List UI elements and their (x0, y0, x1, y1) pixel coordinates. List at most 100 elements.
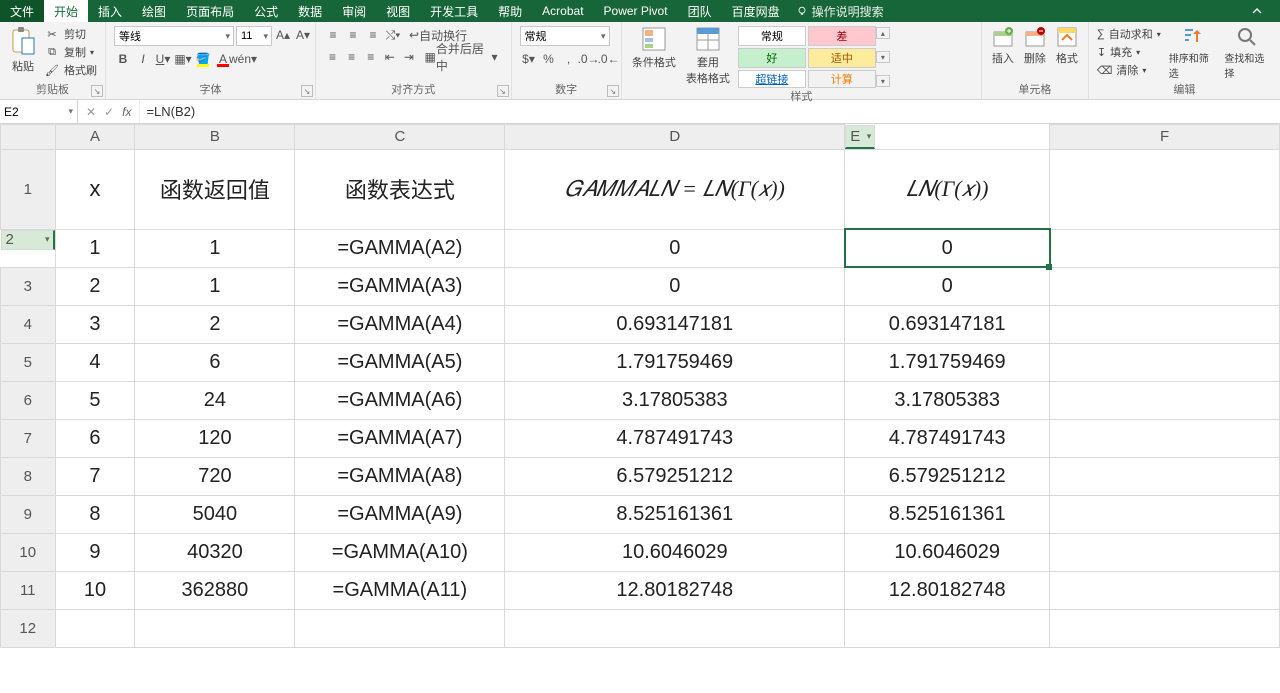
cell-B1[interactable]: 函数返回值 (135, 149, 295, 229)
cell-D3[interactable]: 0 (505, 267, 845, 305)
cut-button[interactable]: ✂剪切 (44, 26, 97, 42)
style-calculation[interactable]: 计算 (808, 70, 876, 88)
cell-D12[interactable] (505, 609, 845, 647)
align-middle-button[interactable]: ≡ (344, 26, 362, 44)
indent-decrease-button[interactable]: ⇤ (381, 48, 398, 66)
clear-button[interactable]: ⌫清除▾ (1097, 62, 1161, 78)
indent-increase-button[interactable]: ⇥ (400, 48, 417, 66)
cell-B11[interactable]: 362880 (135, 571, 295, 609)
tab-review[interactable]: 审阅 (332, 0, 376, 22)
cell-D10[interactable]: 10.6046029 (505, 533, 845, 571)
cell-B10[interactable]: 40320 (135, 533, 295, 571)
comma-button[interactable]: , (560, 50, 578, 68)
tab-insert[interactable]: 插入 (88, 0, 132, 22)
cell-F2[interactable] (1050, 229, 1280, 267)
row-header-1[interactable]: 1 (1, 149, 56, 229)
row-header-10[interactable]: 10 (1, 533, 56, 571)
conditional-format-button[interactable]: 条件格式 (630, 26, 678, 70)
decrease-font-button[interactable]: A▾ (294, 26, 312, 44)
cell-F4[interactable] (1050, 305, 1280, 343)
col-header-D[interactable]: D (505, 125, 845, 150)
cell-B4[interactable]: 2 (135, 305, 295, 343)
decrease-decimal-button[interactable]: .0← (600, 50, 618, 68)
clipboard-dialog-launcher[interactable]: ↘ (91, 85, 103, 97)
cell-D2[interactable]: 0 (505, 229, 845, 267)
styles-scroll[interactable]: ▴▾▾ (876, 26, 890, 88)
alignment-dialog-launcher[interactable]: ↘ (497, 85, 509, 97)
align-bottom-button[interactable]: ≡ (364, 26, 382, 44)
cell-C1[interactable]: 函数表达式 (295, 149, 505, 229)
cancel-formula-button[interactable]: ✕ (86, 105, 96, 119)
insert-cells-button[interactable]: 插入 (990, 26, 1016, 66)
cell-E3[interactable]: 0 (845, 267, 1050, 305)
row-header-7[interactable]: 7 (1, 419, 56, 457)
cell-D7[interactable]: 4.787491743 (505, 419, 845, 457)
tab-page-layout[interactable]: 页面布局 (176, 0, 244, 22)
cell-A4[interactable]: 3 (55, 305, 135, 343)
cell-styles-gallery[interactable]: 常规 差 好 适中 超链接 计算 (738, 26, 876, 88)
row-header-3[interactable]: 3 (1, 267, 56, 305)
cell-C12[interactable] (295, 609, 505, 647)
cell-F9[interactable] (1050, 495, 1280, 533)
cell-E1[interactable]: 𝐿𝑁(Γ(𝑥)) (845, 149, 1050, 229)
col-header-F[interactable]: F (1050, 125, 1280, 150)
align-left-button[interactable]: ≡ (324, 48, 341, 66)
style-bad[interactable]: 差 (808, 26, 876, 46)
number-format-select[interactable]: 常规 (520, 26, 610, 46)
bold-button[interactable]: B (114, 50, 132, 68)
format-cells-button[interactable]: 格式 (1054, 26, 1080, 66)
tab-home[interactable]: 开始 (44, 0, 88, 22)
cell-D8[interactable]: 6.579251212 (505, 457, 845, 495)
cell-E12[interactable] (845, 609, 1050, 647)
cell-A12[interactable] (55, 609, 135, 647)
tab-developer[interactable]: 开发工具 (420, 0, 488, 22)
cell-F10[interactable] (1050, 533, 1280, 571)
cell-A3[interactable]: 2 (55, 267, 135, 305)
cell-A8[interactable]: 7 (55, 457, 135, 495)
row-header-4[interactable]: 4 (1, 305, 56, 343)
row-header-12[interactable]: 12 (1, 609, 56, 647)
row-header-6[interactable]: 6 (1, 381, 56, 419)
phonetic-button[interactable]: wén▾ (234, 50, 252, 68)
font-color-button[interactable]: A (214, 50, 232, 68)
cell-C3[interactable]: =GAMMA(A3) (295, 267, 505, 305)
cell-D9[interactable]: 8.525161361 (505, 495, 845, 533)
cell-F12[interactable] (1050, 609, 1280, 647)
merge-center-button[interactable]: ▦合并后居中▾ (419, 48, 502, 66)
copy-button[interactable]: ⧉复制▾ (44, 44, 97, 60)
col-header-E[interactable]: E (845, 125, 875, 149)
cell-A9[interactable]: 8 (55, 495, 135, 533)
confirm-formula-button[interactable]: ✓ (104, 105, 114, 119)
font-name-select[interactable]: 等线 (114, 26, 234, 46)
cell-F6[interactable] (1050, 381, 1280, 419)
select-all-corner[interactable] (1, 125, 56, 150)
cell-B2[interactable]: 1 (135, 229, 295, 267)
cell-C11[interactable]: =GAMMA(A11) (295, 571, 505, 609)
cell-E8[interactable]: 6.579251212 (845, 457, 1050, 495)
row-header-11[interactable]: 11 (1, 571, 56, 609)
tab-powerpivot[interactable]: Power Pivot (594, 0, 678, 22)
cell-E4[interactable]: 0.693147181 (845, 305, 1050, 343)
row-header-5[interactable]: 5 (1, 343, 56, 381)
sort-filter-button[interactable]: 排序和筛选 (1167, 26, 1217, 80)
underline-button[interactable]: U▾ (154, 50, 172, 68)
cell-E6[interactable]: 3.17805383 (845, 381, 1050, 419)
cell-E11[interactable]: 12.80182748 (845, 571, 1050, 609)
cell-B7[interactable]: 120 (135, 419, 295, 457)
number-dialog-launcher[interactable]: ↘ (607, 85, 619, 97)
cell-A1[interactable]: x (55, 149, 135, 229)
tab-view[interactable]: 视图 (376, 0, 420, 22)
cell-A7[interactable]: 6 (55, 419, 135, 457)
italic-button[interactable]: I (134, 50, 152, 68)
tab-acrobat[interactable]: Acrobat (532, 0, 593, 22)
cell-C6[interactable]: =GAMMA(A6) (295, 381, 505, 419)
cell-E9[interactable]: 8.525161361 (845, 495, 1050, 533)
cell-F8[interactable] (1050, 457, 1280, 495)
tab-baidu-netdisk[interactable]: 百度网盘 (722, 0, 790, 22)
tell-me[interactable]: 操作说明搜索 (796, 0, 884, 22)
cell-A10[interactable]: 9 (55, 533, 135, 571)
tab-team[interactable]: 团队 (678, 0, 722, 22)
format-as-table-button[interactable]: 套用 表格格式 (684, 26, 732, 86)
tab-data[interactable]: 数据 (288, 0, 332, 22)
fill-color-button[interactable]: 🪣 (194, 50, 212, 68)
